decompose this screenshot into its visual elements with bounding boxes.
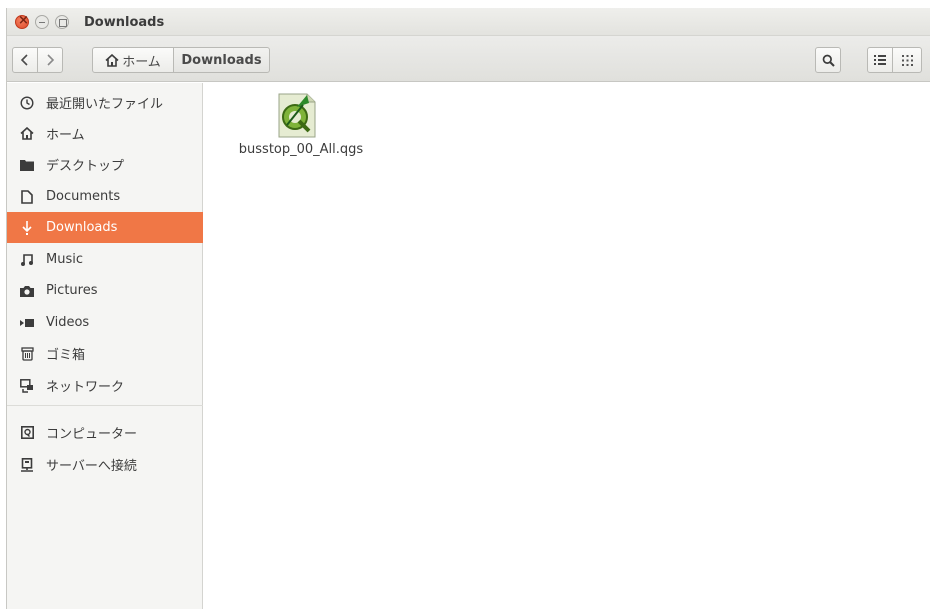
sidebar-item-label: コンピューター — [46, 427, 138, 442]
recent-icon — [19, 95, 35, 111]
grid-view-icon — [901, 54, 913, 66]
sidebar-item-trash[interactable]: ゴミ箱 — [7, 338, 203, 369]
chevron-right-icon — [45, 54, 55, 66]
sidebar-item-label: Videos — [46, 315, 90, 330]
search-button[interactable] — [815, 47, 841, 73]
list-view-button[interactable] — [867, 47, 893, 73]
chevron-left-icon — [20, 54, 30, 66]
minimize-window-button[interactable] — [35, 15, 49, 29]
home-icon — [105, 53, 119, 67]
sidebar-item-recent[interactable]: 最近開いたファイル — [7, 87, 203, 118]
sidebar-item-network[interactable]: ネットワーク — [7, 370, 203, 401]
folder-icon — [19, 157, 35, 173]
sidebar-item-connect-server[interactable]: サーバーへ接続 — [7, 449, 203, 480]
sidebar-item-label: ゴミ箱 — [46, 348, 86, 363]
sidebar-item-label: ホーム — [46, 128, 85, 143]
file-view: busstop_00_All.qgs — [204, 83, 930, 609]
sidebar-item-computer[interactable]: コンピューター — [7, 417, 203, 448]
sidebar-item-label: 最近開いたファイル — [46, 97, 164, 112]
breadcrumb-home[interactable]: ホーム — [92, 47, 174, 73]
breadcrumb-home-label: ホーム — [122, 54, 161, 70]
file-name: busstop_00_All.qgs — [238, 142, 364, 157]
document-icon — [19, 189, 35, 205]
file-manager-window: Downloads ホーム Downloads — [6, 8, 930, 609]
sidebar-item-label: Downloads — [46, 220, 118, 235]
music-icon — [19, 252, 35, 268]
search-icon — [822, 54, 835, 67]
back-button[interactable] — [12, 47, 38, 73]
sidebar-item-videos[interactable]: Videos — [7, 307, 203, 338]
toolbar: ホーム Downloads — [7, 36, 930, 82]
sidebar: 最近開いたファイル ホーム デスクトップ Documents Downloads — [7, 83, 203, 609]
sidebar-item-pictures[interactable]: Pictures — [7, 275, 203, 306]
sidebar-item-music[interactable]: Music — [7, 244, 203, 275]
network-icon — [19, 378, 35, 394]
close-window-button[interactable] — [15, 13, 29, 29]
sidebar-item-label: Music — [46, 252, 83, 267]
home-icon — [19, 126, 35, 142]
window-title: Downloads — [84, 15, 165, 30]
title-bar: Downloads — [7, 8, 930, 36]
forward-button[interactable] — [37, 47, 63, 73]
sidebar-item-downloads[interactable]: Downloads — [7, 212, 203, 243]
video-icon — [19, 315, 35, 331]
server-icon — [19, 457, 35, 473]
maximize-window-button[interactable] — [55, 15, 69, 29]
camera-icon — [19, 283, 35, 299]
sidebar-item-documents[interactable]: Documents — [7, 181, 203, 212]
grid-view-button[interactable] — [892, 47, 922, 73]
file-item[interactable]: busstop_00_All.qgs — [226, 91, 376, 157]
qgis-file-icon — [273, 91, 321, 139]
sidebar-item-label: Documents — [46, 189, 121, 204]
sidebar-item-label: ネットワーク — [46, 380, 125, 395]
list-view-icon — [874, 55, 886, 65]
sidebar-item-label: デスクトップ — [46, 159, 125, 174]
sidebar-separator — [7, 405, 203, 406]
breadcrumb-downloads[interactable]: Downloads — [173, 47, 270, 73]
sidebar-item-home[interactable]: ホーム — [7, 118, 203, 149]
download-icon — [19, 220, 35, 236]
sidebar-item-label: サーバーへ接続 — [46, 459, 137, 474]
breadcrumb-current-label: Downloads — [181, 52, 262, 68]
sidebar-item-label: Pictures — [46, 283, 98, 298]
trash-icon — [19, 346, 35, 362]
sidebar-item-desktop[interactable]: デスクトップ — [7, 149, 203, 180]
computer-icon — [19, 425, 35, 441]
